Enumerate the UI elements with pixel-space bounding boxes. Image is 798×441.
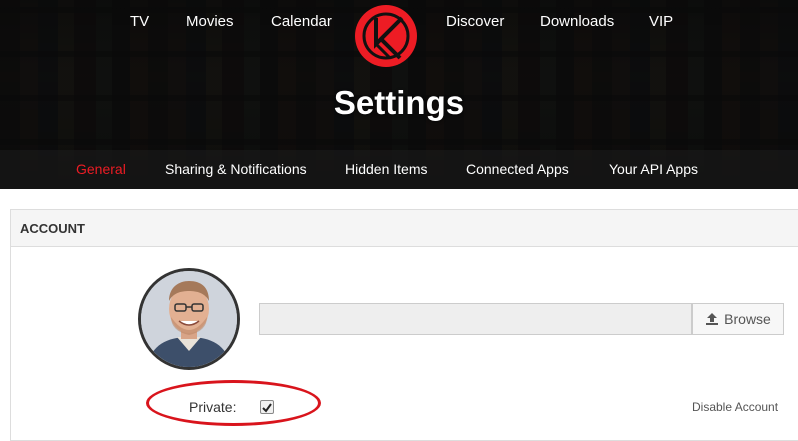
tab-connected-apps[interactable]: Connected Apps xyxy=(466,161,569,177)
private-label: Private: xyxy=(189,399,237,415)
checkmark-icon xyxy=(262,403,272,413)
header-hero: TV Movies Calendar Discover Downloads VI… xyxy=(0,0,798,189)
nav-calendar[interactable]: Calendar xyxy=(271,13,332,30)
avatar-file-input[interactable] xyxy=(259,303,692,335)
tab-general[interactable]: General xyxy=(76,161,126,177)
nav-downloads[interactable]: Downloads xyxy=(540,13,614,30)
nav-discover[interactable]: Discover xyxy=(446,13,504,30)
private-checkbox[interactable] xyxy=(260,400,274,414)
settings-tabbar: General Sharing & Notifications Hidden I… xyxy=(0,150,798,189)
browse-button[interactable]: Browse xyxy=(692,303,784,335)
upload-icon xyxy=(706,313,719,325)
nav-vip[interactable]: VIP xyxy=(649,13,673,30)
account-panel-header: ACCOUNT xyxy=(11,210,798,247)
disable-account-link[interactable]: Disable Account xyxy=(692,400,778,414)
nav-movies[interactable]: Movies xyxy=(186,13,234,30)
avatar[interactable] xyxy=(138,268,240,370)
user-avatar-icon xyxy=(141,271,237,367)
tab-hidden-items[interactable]: Hidden Items xyxy=(345,161,427,177)
account-panel: ACCOUNT Browse Private: Disable Account xyxy=(10,209,798,441)
section-title: ACCOUNT xyxy=(20,221,85,236)
nav-tv[interactable]: TV xyxy=(130,13,149,30)
page-title: Settings xyxy=(333,84,465,121)
trakt-logo-icon[interactable] xyxy=(354,4,418,68)
tab-your-api-apps[interactable]: Your API Apps xyxy=(609,161,698,177)
browse-label: Browse xyxy=(724,311,771,327)
tab-sharing-notifications[interactable]: Sharing & Notifications xyxy=(165,161,307,177)
